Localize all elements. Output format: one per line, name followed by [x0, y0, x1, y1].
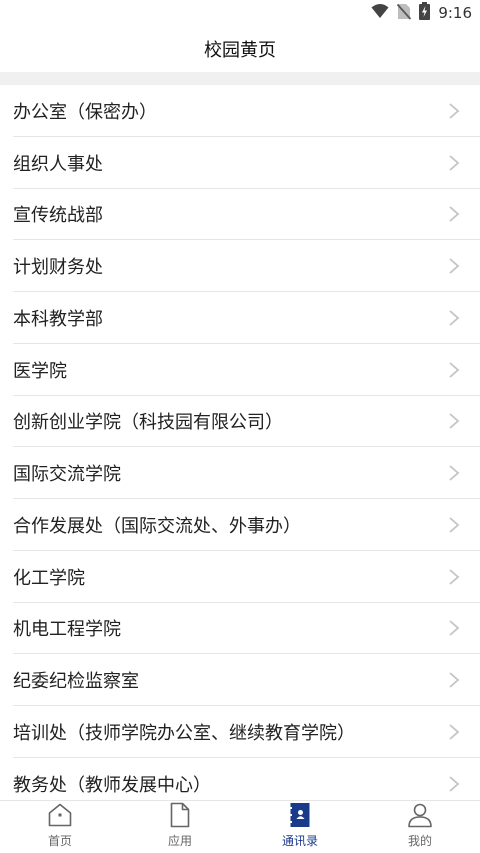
chevron-right-icon [449, 672, 460, 688]
department-label: 本科教学部 [13, 308, 103, 330]
no-sim-icon [397, 3, 412, 24]
department-label: 纪委纪检监察室 [13, 671, 139, 693]
tab-apps[interactable]: 应用 [120, 801, 240, 853]
chevron-right-icon [449, 206, 460, 223]
tab-label: 通讯录 [281, 834, 318, 848]
chevron-right-icon [449, 465, 460, 481]
department-label: 宣传统战部 [13, 205, 103, 227]
tab-label: 我的 [407, 834, 432, 848]
department-item[interactable]: 教务处（教师发展中心） [0, 758, 480, 801]
chevron-right-icon [449, 154, 460, 171]
wifi-icon [371, 3, 389, 23]
department-item[interactable]: 组织人事处 [0, 137, 480, 189]
department-label: 合作发展处（国际交流处、外事办） [13, 515, 301, 537]
department-item[interactable]: 化工学院 [0, 551, 480, 603]
department-label: 创新创业学院（科技园有限公司） [13, 412, 283, 434]
tab-contacts[interactable]: 通讯录 [240, 801, 360, 853]
department-item[interactable]: 本科教学部 [0, 292, 480, 344]
screen: 9:16 校园黄页 办公室（保密办） 组织人事处 宣传统战部 计划财务处 本科教… [0, 0, 480, 853]
department-label: 办公室（保密办） [13, 101, 157, 123]
tab-profile[interactable]: 我的 [360, 801, 480, 853]
section-divider [0, 72, 480, 85]
department-item[interactable]: 计划财务处 [0, 240, 480, 292]
department-item[interactable]: 培训处（技师学院办公室、继续教育学院） [0, 706, 480, 758]
chevron-right-icon [449, 258, 460, 274]
chevron-right-icon [449, 775, 460, 792]
department-label: 国际交流学院 [13, 464, 121, 486]
status-bar: 9:16 [0, 0, 480, 26]
title-bar: 校园黄页 [0, 26, 480, 72]
chevron-right-icon [449, 361, 460, 378]
department-label: 计划财务处 [13, 257, 103, 279]
page-title: 校园黄页 [204, 40, 276, 61]
tab-label: 应用 [167, 834, 192, 848]
status-icons: 9:16 [371, 2, 472, 24]
person-icon [408, 803, 432, 828]
chevron-right-icon [449, 620, 460, 637]
department-label: 化工学院 [13, 567, 85, 589]
document-icon [170, 802, 190, 828]
department-item[interactable]: 合作发展处（国际交流处、外事办） [0, 499, 480, 551]
department-item[interactable]: 办公室（保密办） [0, 85, 480, 137]
status-time: 9:16 [438, 4, 472, 22]
home-icon [48, 803, 72, 827]
chevron-right-icon [449, 517, 460, 533]
department-label: 机电工程学院 [13, 619, 121, 641]
department-list: 办公室（保密办） 组织人事处 宣传统战部 计划财务处 本科教学部 医学院 创新创… [0, 85, 480, 801]
chevron-right-icon [449, 310, 460, 326]
department-item[interactable]: 宣传统战部 [0, 189, 480, 241]
chevron-right-icon [449, 413, 460, 430]
contacts-book-icon [289, 803, 310, 827]
department-item[interactable]: 创新创业学院（科技园有限公司） [0, 396, 480, 448]
department-label: 教务处（教师发展中心） [13, 774, 211, 796]
chevron-right-icon [449, 568, 460, 585]
department-label: 培训处（技师学院办公室、继续教育学院） [13, 722, 355, 744]
department-label: 组织人事处 [13, 153, 103, 175]
department-item[interactable]: 医学院 [0, 344, 480, 396]
bottom-tab-bar: 首页 应用 通讯录 我的 [0, 800, 480, 853]
tab-home[interactable]: 首页 [0, 801, 120, 853]
chevron-right-icon [449, 103, 460, 119]
department-item[interactable]: 机电工程学院 [0, 603, 480, 655]
department-item[interactable]: 纪委纪检监察室 [0, 654, 480, 706]
department-label: 医学院 [13, 360, 67, 382]
department-item[interactable]: 国际交流学院 [0, 447, 480, 499]
chevron-right-icon [449, 724, 460, 740]
tab-label: 首页 [47, 834, 72, 848]
battery-charging-icon [419, 2, 431, 24]
